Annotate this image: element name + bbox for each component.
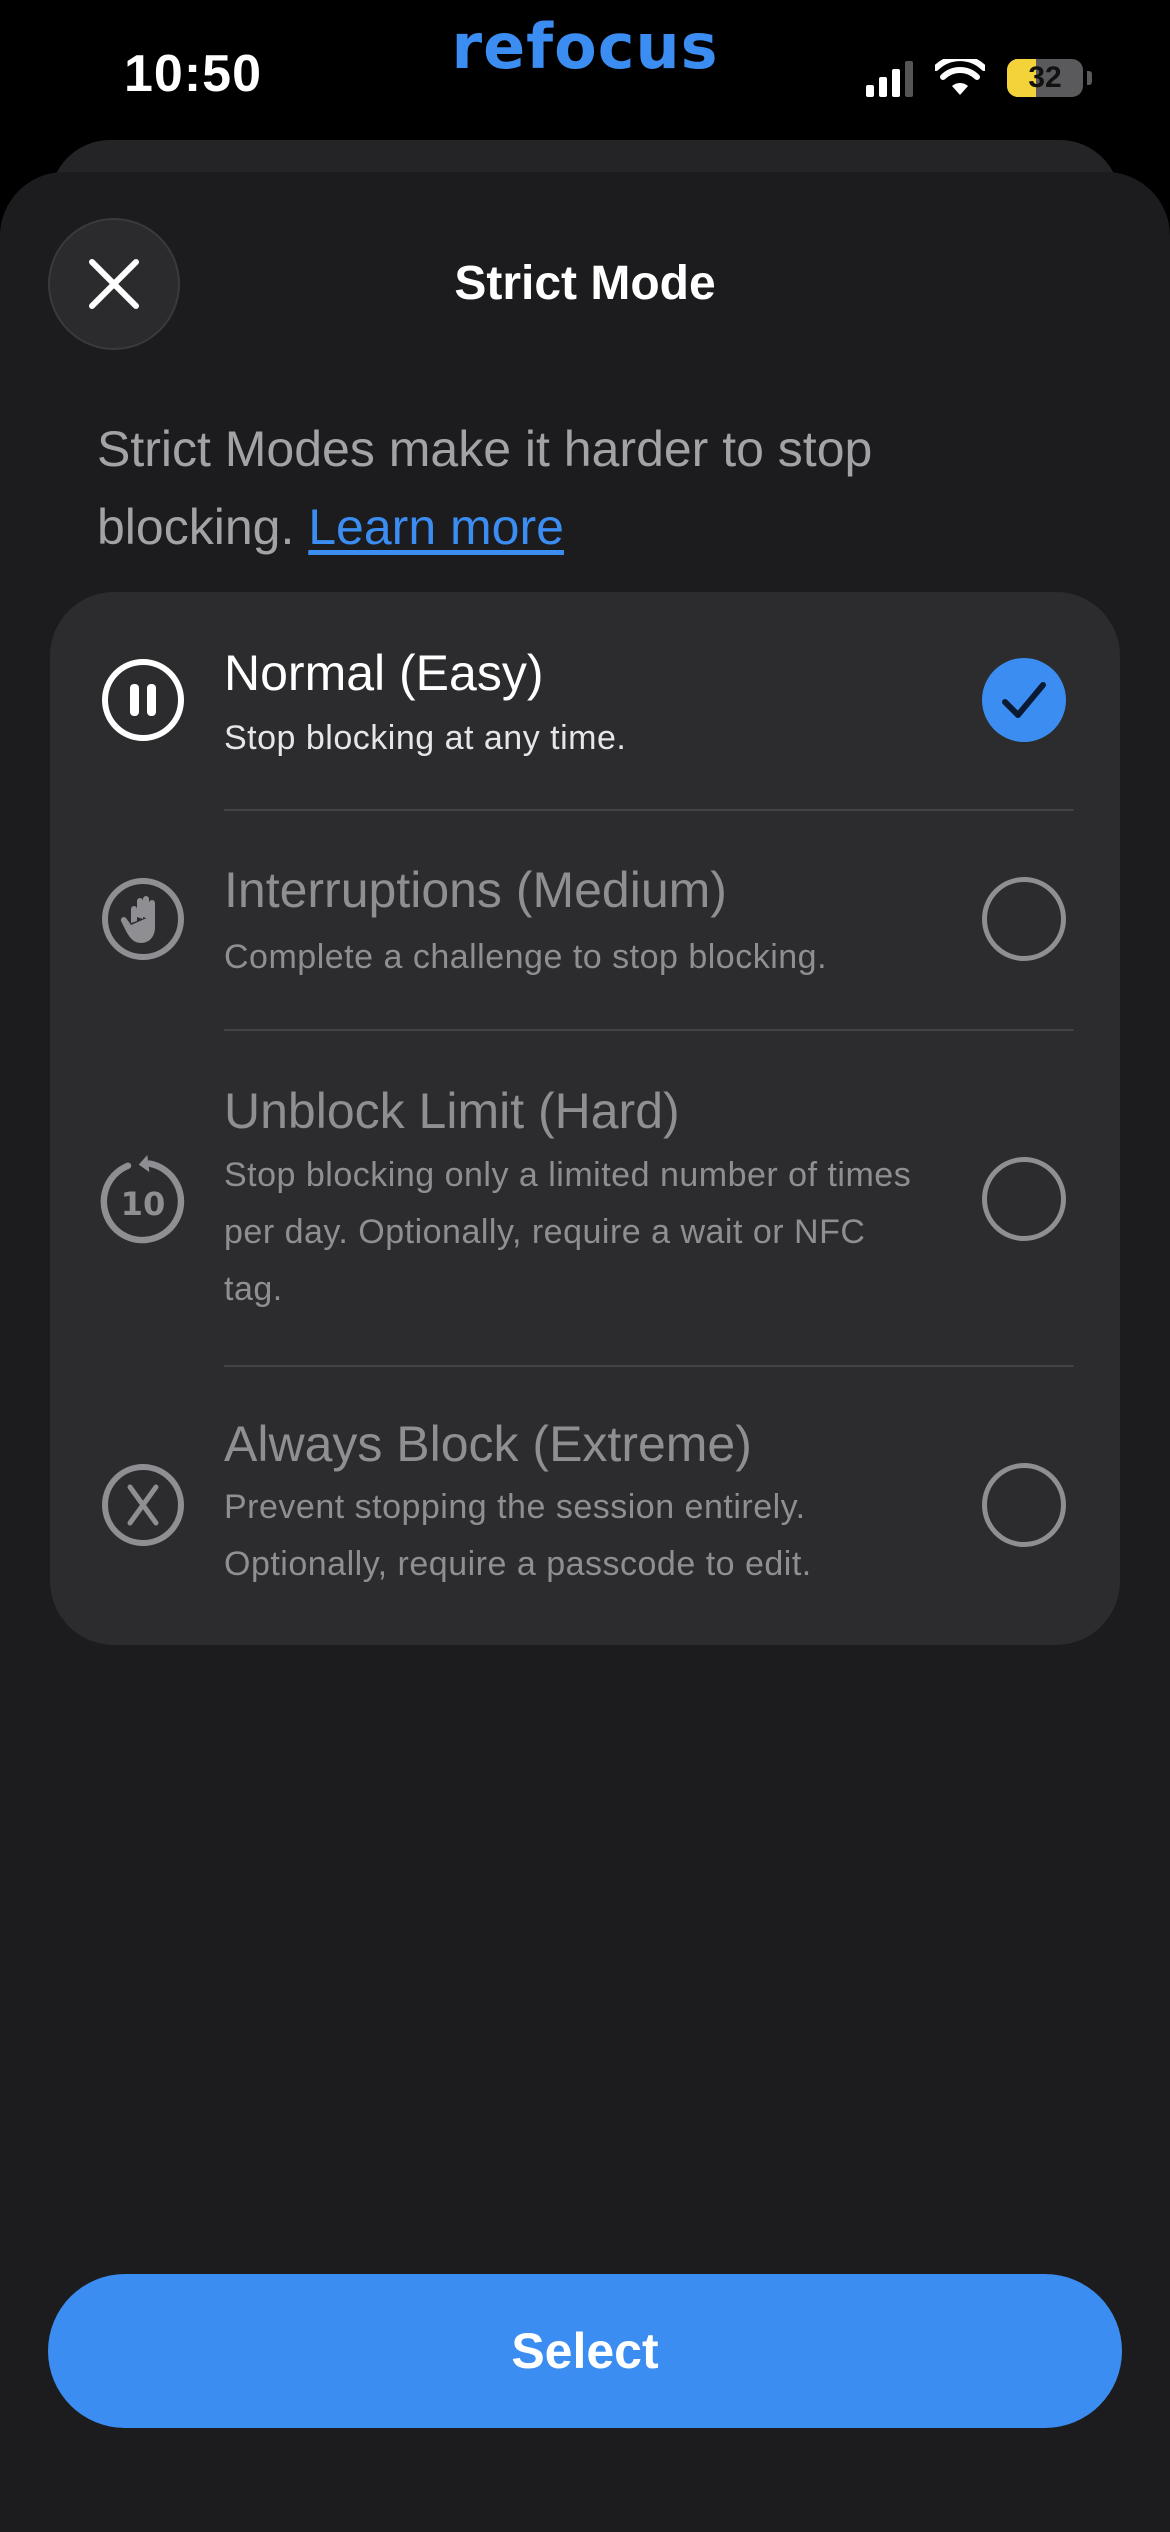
option-normal[interactable]: Normal (Easy) Stop blocking at any time.	[50, 592, 1120, 809]
cellular-signal-icon	[866, 59, 913, 97]
battery-icon: 32	[1007, 59, 1083, 97]
unselected-radio[interactable]	[982, 1157, 1066, 1241]
status-bar: 10:50 refocus 32	[0, 0, 1170, 150]
wifi-icon	[935, 59, 985, 95]
option-title: Interruptions (Medium)	[224, 862, 727, 918]
sheet-title: Strict Mode	[454, 257, 716, 310]
option-description: Complete a challenge to stop blocking.	[224, 938, 828, 976]
pause-icon	[102, 659, 184, 741]
replay-10-text: 10	[121, 1185, 166, 1223]
option-description: Stop blocking only a limited number of t…	[224, 1156, 912, 1308]
option-unblock-limit[interactable]: 10 Unblock Limit (Hard) Stop blocking on…	[50, 1031, 1120, 1365]
select-button[interactable]: Select	[48, 2274, 1122, 2428]
strict-mode-options: Normal (Easy) Stop blocking at any time.…	[50, 592, 1120, 1645]
status-icons: 32	[866, 56, 1092, 100]
option-title: Normal (Easy)	[224, 645, 544, 701]
checkmark-icon	[1002, 682, 1046, 718]
option-title: Always Block (Extreme)	[224, 1416, 752, 1472]
option-interruptions[interactable]: Interruptions (Medium) Complete a challe…	[50, 811, 1120, 1029]
learn-more-link[interactable]: Learn more	[308, 499, 564, 555]
option-description: Stop blocking at any time.	[224, 719, 627, 757]
hand-icon	[102, 878, 184, 960]
unselected-radio[interactable]	[982, 877, 1066, 961]
unselected-radio[interactable]	[982, 1463, 1066, 1547]
replay-10-icon: 10	[100, 1155, 185, 1244]
battery-percent: 32	[1028, 61, 1062, 94]
battery-nub	[1087, 71, 1092, 85]
option-description: Prevent stopping the session entirely. O…	[224, 1488, 812, 1583]
option-always-block[interactable]: Always Block (Extreme) Prevent stopping …	[50, 1367, 1120, 1645]
option-title: Unblock Limit (Hard)	[224, 1083, 680, 1139]
selected-radio[interactable]	[982, 658, 1066, 742]
x-circle-icon	[102, 1464, 184, 1546]
intro-text: Strict Modes make it harder to stop bloc…	[97, 410, 1057, 566]
